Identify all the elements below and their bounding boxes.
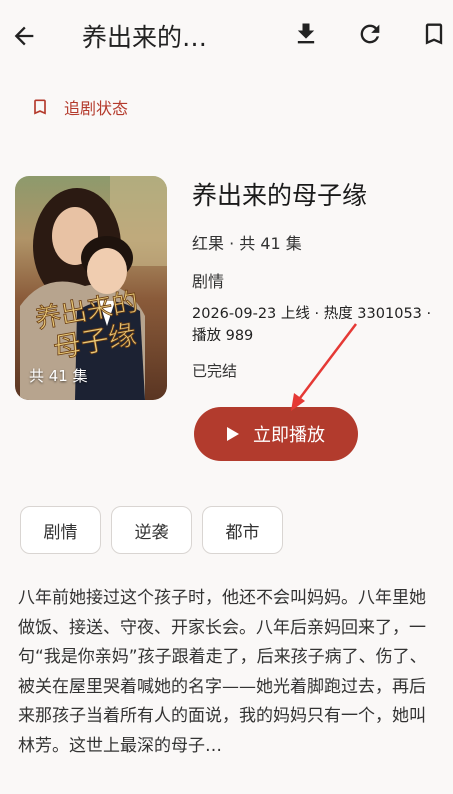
bookmark-button[interactable] [420,20,448,48]
bookmark-icon [425,23,443,45]
tag-chip[interactable]: 逆袭 [111,506,192,554]
release-stats: 2026-09-23 上线 · 热度 3301053 · 播放 989 [192,306,432,344]
play-now-label: 立即播放 [253,425,325,446]
refresh-button[interactable] [356,20,384,48]
download-icon [297,23,315,44]
tag-chip[interactable]: 都市 [202,506,283,554]
cover-episode-count: 共 41 集 [29,367,88,385]
download-button[interactable] [292,20,320,48]
description-text: 八年前她接过这个孩子时，他还不会叫妈妈。八年里她做饭、接送、守夜、开家长会。八年… [18,588,427,756]
play-icon [227,427,239,441]
cover-image[interactable]: 养出来的 母子缘 共 41 集 [15,176,167,400]
completion-status: 已完结 [192,362,238,380]
arrow-left-icon [14,26,34,46]
back-button[interactable] [10,22,38,50]
play-now-button[interactable]: 立即播放 [194,407,358,461]
tag-list: 剧情 逆袭 都市 [20,506,283,554]
description: 八年前她接过这个孩子时，他还不会叫妈妈。八年里她做饭、接送、守夜、开家长会。八年… [18,584,440,761]
follow-status-label: 追剧状态 [64,99,129,118]
genre-label: 剧情 [192,272,225,291]
page-title: 养出来的… [82,23,208,52]
tag-chip[interactable]: 剧情 [20,506,101,554]
follow-status-button[interactable]: 追剧状态 [30,95,128,119]
source-episodes: 红果 · 共 41 集 [192,234,302,253]
drama-title: 养出来的母子缘 [192,181,368,210]
bookmark-outline-icon [34,99,46,115]
app-bar: 养出来的… [0,0,453,72]
refresh-icon [360,24,380,44]
